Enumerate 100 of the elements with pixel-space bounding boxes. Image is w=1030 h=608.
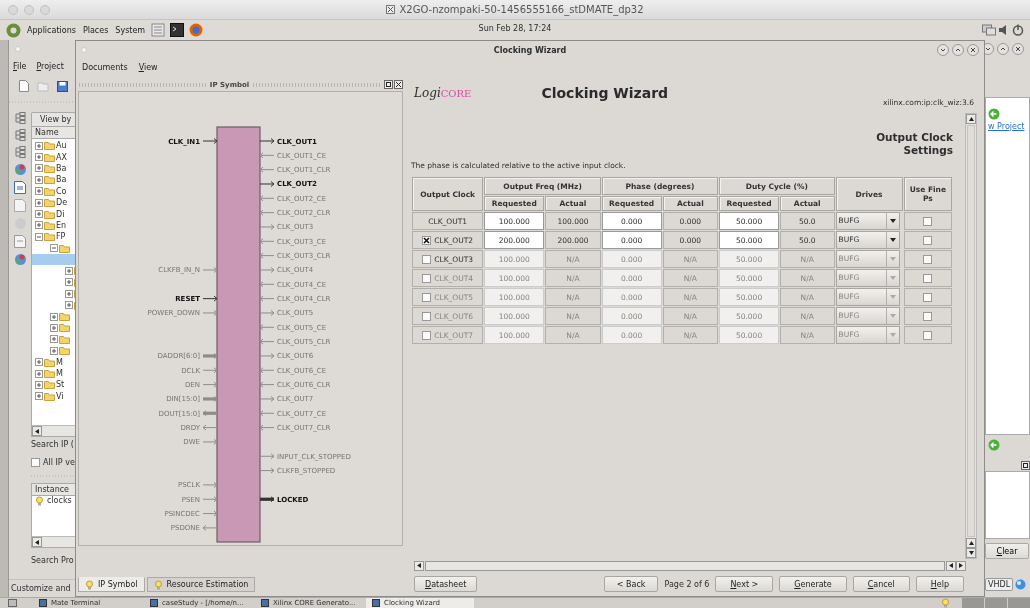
checkbox[interactable] [31, 457, 40, 467]
horizontal-scrollbar[interactable] [425, 560, 945, 571]
minimize-button[interactable] [937, 44, 949, 56]
expand-icon[interactable] [50, 323, 58, 332]
datasheet-button[interactable]: Datasheet [414, 576, 478, 592]
browser-icon[interactable] [189, 23, 204, 37]
expand-icon[interactable] [50, 335, 58, 344]
wizard-button[interactable]: Help [915, 576, 964, 592]
expand-icon[interactable] [35, 153, 43, 162]
expand-icon[interactable] [50, 312, 58, 321]
new-file-icon[interactable] [19, 80, 29, 92]
expand-icon[interactable] [35, 392, 43, 401]
chevron-up-icon [1000, 46, 1006, 52]
desktop-icon[interactable] [8, 599, 17, 607]
tree-item[interactable]: AX [32, 151, 75, 163]
document-icon[interactable] [14, 181, 26, 194]
wizard-button[interactable]: Next > [715, 576, 774, 592]
expand-icon[interactable] [35, 369, 43, 378]
wizard-button[interactable]: Generate [779, 576, 847, 592]
back-arrow-icon[interactable] [988, 108, 1000, 120]
menu-item[interactable]: File [13, 62, 27, 71]
checkbox[interactable] [923, 235, 933, 245]
tree-item[interactable]: Au [32, 140, 75, 152]
save-icon[interactable] [57, 80, 68, 92]
power-icon[interactable] [1012, 24, 1024, 36]
menu-item[interactable]: Project [36, 62, 64, 71]
back-button[interactable]: < Back [603, 576, 659, 592]
expand-icon[interactable] [35, 221, 43, 230]
close-button[interactable] [1012, 43, 1024, 55]
hierarchy-icon[interactable] [14, 129, 26, 141]
clear-button[interactable]: Clear [985, 543, 1029, 559]
wizard-button[interactable]: Cancel [852, 576, 910, 592]
terminal-icon[interactable] [170, 23, 185, 37]
expand-icon[interactable] [35, 198, 43, 207]
checkbox[interactable] [422, 235, 432, 245]
scroll-left-button[interactable] [414, 560, 424, 571]
app-icon [39, 599, 47, 607]
scroll-left-button[interactable] [946, 560, 956, 571]
scroll-right-button[interactable] [956, 560, 966, 571]
panel-menu[interactable]: Places [81, 23, 110, 37]
back-arrow-icon[interactable] [988, 439, 1000, 451]
tab[interactable]: IP Symbol [78, 577, 145, 592]
expand-icon[interactable] [35, 164, 43, 173]
hierarchy-icon[interactable] [14, 146, 26, 158]
restore-button[interactable] [1021, 460, 1030, 470]
column-header[interactable]: Name [31, 126, 76, 139]
maximize-button[interactable] [997, 43, 1009, 55]
project-link[interactable]: w Project [988, 122, 1025, 131]
arrow-left-icon [949, 563, 953, 568]
expand-icon[interactable] [50, 346, 58, 355]
collapse-icon[interactable] [35, 232, 43, 241]
chip-icon[interactable] [13, 163, 27, 176]
expand-icon[interactable] [35, 380, 43, 389]
panel-menu[interactable]: Applications [26, 23, 77, 37]
expand-icon[interactable] [35, 187, 43, 196]
expand-icon[interactable] [65, 267, 73, 275]
expand-icon[interactable] [35, 175, 43, 184]
panel-menu[interactable]: System [114, 23, 147, 37]
mate-logo-icon[interactable] [6, 22, 21, 38]
network-icon[interactable] [982, 24, 996, 36]
document-icon[interactable] [14, 235, 26, 248]
expand-icon[interactable] [65, 278, 73, 287]
chevron-down-icon [985, 46, 991, 52]
close-button[interactable] [394, 80, 403, 89]
tree-item[interactable]: M [32, 356, 75, 368]
close-button[interactable] [967, 44, 979, 56]
tree-item[interactable]: M [32, 367, 75, 380]
vertical-scrollbar[interactable] [965, 113, 977, 559]
view-tab[interactable]: View by [31, 112, 76, 126]
hierarchy-icon[interactable] [14, 112, 26, 124]
tree-item[interactable]: Vi [32, 390, 75, 402]
column-header[interactable]: Instance [31, 483, 76, 496]
tree-item[interactable]: Co [32, 185, 75, 197]
checkbox[interactable] [422, 254, 432, 264]
restore-button[interactable] [384, 80, 393, 89]
menu-item[interactable]: Documents [81, 61, 129, 74]
tab[interactable]: Resource Estimation [146, 577, 256, 592]
menu-item[interactable]: View [138, 63, 158, 72]
expand-icon[interactable] [65, 289, 73, 298]
tree-item[interactable]: Ba [32, 162, 75, 175]
chip-icon[interactable] [13, 253, 27, 266]
expand-icon[interactable] [65, 301, 73, 310]
tree-item[interactable]: De [32, 196, 75, 209]
caret-icon [889, 276, 896, 280]
expand-icon[interactable] [35, 358, 43, 367]
expand-icon[interactable] [35, 141, 43, 150]
checkbox[interactable] [923, 254, 933, 264]
collapse-icon[interactable] [50, 244, 58, 253]
maximize-button[interactable] [952, 44, 964, 56]
expand-icon[interactable] [35, 210, 43, 219]
instance-item[interactable]: clocks [47, 496, 72, 505]
scroll-left-button[interactable] [32, 537, 42, 547]
tree-item[interactable]: Ba [32, 174, 75, 186]
scroll-left-button[interactable] [32, 426, 42, 436]
checkbox[interactable] [923, 216, 933, 226]
tree-item[interactable]: En [32, 219, 75, 232]
tree-item[interactable]: St [32, 379, 75, 391]
tree-item[interactable]: Di [32, 208, 75, 220]
tree-item[interactable]: FP [32, 231, 75, 243]
document-icon[interactable] [14, 199, 26, 212]
